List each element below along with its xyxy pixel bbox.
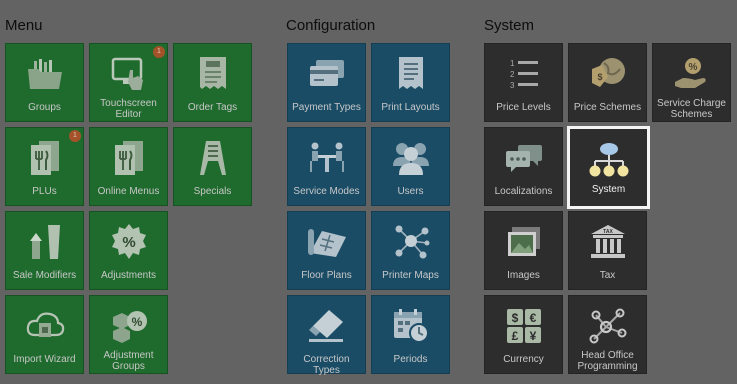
percent-badge-icon: % (90, 220, 167, 264)
plus-label: PLUs (32, 186, 57, 197)
tax-tile[interactable]: TAX Tax (568, 211, 647, 290)
cloud-upload-icon (6, 304, 83, 348)
receipt-tag-icon (174, 52, 251, 96)
head-office-programming-tile[interactable]: Head Office Programming (568, 295, 647, 374)
system-section-title: System (484, 17, 535, 34)
adjustments-label: Adjustments (100, 270, 157, 281)
images-label: Images (507, 270, 540, 281)
svg-text:£: £ (511, 329, 518, 343)
payment-types-label: Payment Types (292, 102, 361, 113)
configuration-section-title: Configuration (286, 17, 376, 34)
floor-plans-tile[interactable]: Floor Plans (287, 211, 366, 290)
svg-text:$: $ (511, 311, 518, 325)
price-levels-tile[interactable]: 1 2 3 Price Levels (484, 43, 563, 122)
images-tile[interactable]: Images (484, 211, 563, 290)
dining-table-icon (288, 136, 365, 180)
calendar-clock-icon (372, 304, 449, 348)
svg-text:2: 2 (510, 70, 515, 79)
correction-types-tile[interactable]: Correction Types (287, 295, 366, 376)
print-layouts-label: Print Layouts (381, 102, 440, 113)
service-modes-tile[interactable]: Service Modes (287, 127, 366, 206)
correction-types-label: Correction Types (303, 354, 350, 376)
credit-card-icon (288, 52, 365, 96)
service-charge-schemes-tile[interactable]: % Service Charge Schemes (652, 43, 731, 122)
board-sign-icon (174, 136, 251, 180)
currency-symbols-icon: $ € £ ¥ (485, 304, 562, 348)
svg-text:%: % (122, 234, 135, 251)
speech-bubbles-icon (485, 136, 562, 180)
folder-icon (6, 52, 83, 96)
price-levels-label: Price Levels (496, 102, 551, 113)
touchscreen-editor-label: Touchscreen Editor (100, 98, 157, 120)
printer-maps-tile[interactable]: Printer Maps (371, 211, 450, 290)
users-icon (372, 136, 449, 180)
users-label: Users (397, 186, 424, 197)
online-menus-label: Online Menus (97, 186, 160, 197)
order-tags-tile[interactable]: Order Tags (173, 43, 252, 122)
percent-tags-icon: % (90, 304, 167, 348)
sale-modifiers-tile[interactable]: Sale Modifiers (5, 211, 84, 290)
print-layouts-tile[interactable]: Print Layouts (371, 43, 450, 122)
payment-types-tile[interactable]: Payment Types (287, 43, 366, 122)
import-wizard-label: Import Wizard (13, 354, 76, 365)
users-tile[interactable]: Users (371, 127, 450, 206)
online-menus-tile[interactable]: Online Menus (89, 127, 168, 206)
connected-nodes-icon (569, 304, 646, 348)
currency-tile[interactable]: $ € £ ¥ Currency (484, 295, 563, 374)
localizations-tile[interactable]: Localizations (484, 127, 563, 206)
menu-card-icon (6, 136, 83, 180)
hand-percent-icon: % (653, 52, 730, 96)
menu-section-title: Menu (5, 17, 43, 34)
adjustment-groups-tile[interactable]: % Adjustment Groups (89, 295, 168, 374)
import-wizard-tile[interactable]: Import Wizard (5, 295, 84, 374)
receipt-icon (372, 52, 449, 96)
hierarchy-icon (570, 138, 647, 182)
service-modes-label: Service Modes (293, 186, 360, 197)
price-globe-icon: $ (569, 52, 646, 96)
printer-maps-label: Printer Maps (382, 270, 439, 281)
specials-label: Specials (193, 186, 232, 197)
touchscreen-editor-tile[interactable]: 1 Touchscreen Editor (89, 43, 168, 122)
localizations-label: Localizations (494, 186, 553, 197)
eraser-icon (288, 304, 365, 348)
periods-tile[interactable]: Periods (371, 295, 450, 374)
floor-plan-icon (288, 220, 365, 264)
service-charge-schemes-label: Service Charge Schemes (657, 98, 726, 120)
menu-card-icon (90, 136, 167, 180)
price-schemes-label: Price Schemes (573, 102, 642, 113)
svg-text:%: % (688, 62, 697, 73)
svg-text:$: $ (597, 72, 602, 82)
system-label: System (591, 184, 626, 195)
tax-building-icon: TAX (569, 220, 646, 264)
svg-text:3: 3 (510, 81, 515, 90)
tax-label: Tax (599, 270, 616, 281)
head-office-programming-label: Head Office Programming (577, 350, 638, 372)
order-tags-label: Order Tags (187, 102, 238, 113)
svg-text:1: 1 (510, 59, 515, 68)
svg-text:%: % (131, 315, 142, 329)
adjustments-tile[interactable]: % Adjustments (89, 211, 168, 290)
floor-plans-label: Floor Plans (301, 270, 352, 281)
svg-text:€: € (529, 311, 536, 325)
network-nodes-icon (372, 220, 449, 264)
svg-text:¥: ¥ (529, 329, 536, 343)
system-tile[interactable]: System (567, 126, 650, 209)
picture-icon (485, 220, 562, 264)
adjustment-groups-label: Adjustment Groups (103, 350, 154, 372)
specials-tile[interactable]: Specials (173, 127, 252, 206)
periods-label: Periods (393, 354, 428, 365)
plus-tile[interactable]: 1 PLUs (5, 127, 84, 206)
groups-tile[interactable]: Groups (5, 43, 84, 122)
price-schemes-tile[interactable]: $ Price Schemes (568, 43, 647, 122)
currency-label: Currency (503, 354, 544, 365)
sale-modifiers-label: Sale Modifiers (12, 270, 77, 281)
glass-arrow-icon (6, 220, 83, 264)
numbered-list-icon: 1 2 3 (485, 52, 562, 96)
svg-text:TAX: TAX (603, 229, 613, 235)
groups-label: Groups (28, 102, 61, 113)
touchscreen-icon (90, 52, 167, 96)
